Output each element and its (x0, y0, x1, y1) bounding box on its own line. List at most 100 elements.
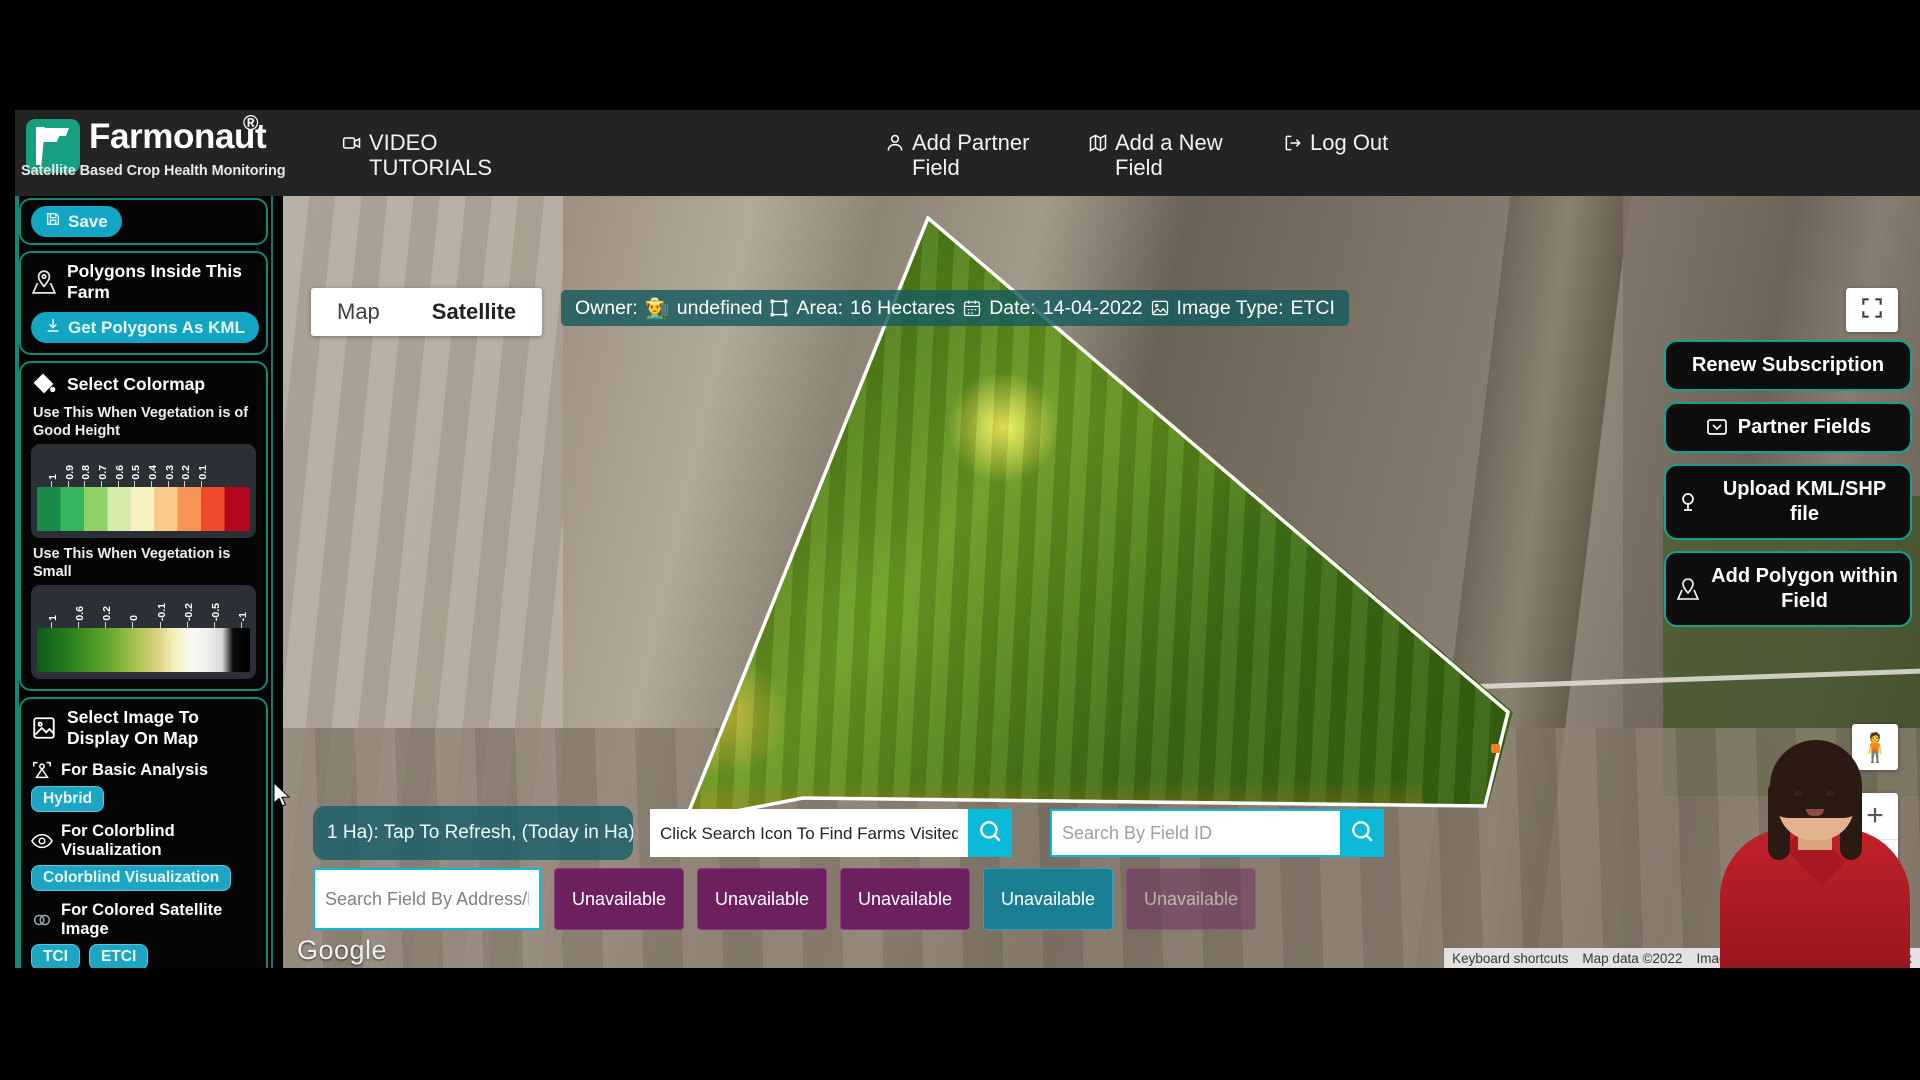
renew-subscription-button[interactable]: Renew Subscription (1664, 340, 1912, 391)
unavailable-button-5[interactable]: Unavailable (1126, 868, 1256, 930)
nav-add-partner-field-label: Add Partner Field (912, 130, 1030, 180)
calendar-icon (962, 298, 982, 318)
brand-logo-area[interactable]: Farmonaut ® Satellite Based Crop Health … (15, 110, 345, 196)
colormap-card-title: Select Colormap (67, 373, 206, 394)
colormap-tick-mark (67, 481, 69, 487)
bottom-search-row: 1 Ha): Tap To Refresh, (Today in Ha): Ta… (313, 806, 1384, 860)
colormap-tick-mark (167, 481, 169, 487)
unavailable-button-3[interactable]: Unavailable (840, 868, 970, 930)
nav-video-tutorials-label: VIDEO TUTORIALS (369, 130, 493, 180)
unavailable-button-2[interactable]: Unavailable (697, 868, 827, 930)
visited-yesterday-select[interactable]: Click Search Icon To Find Farms Visited … (650, 809, 968, 857)
tag-etci[interactable]: ETCI (88, 944, 149, 968)
colormap-tick-label: 0.6 (113, 465, 126, 480)
eye-icon (31, 830, 53, 852)
colormap-tick-mark (134, 481, 136, 487)
colormap-tick-label: -1 (237, 611, 249, 621)
colormap-tick-label: 0.3 (163, 465, 176, 480)
map-type-toggle[interactable]: Map Satellite (311, 288, 543, 336)
colormap-tick-mark (51, 481, 52, 487)
field-info-bar: Owner: 👨‍🌾 undefined Area: 16 Hectares D… (561, 290, 1349, 326)
unavailable-button-1[interactable]: Unavailable (554, 868, 684, 930)
nav-add-new-field[interactable]: Add a New Field (1088, 130, 1255, 180)
tag-tci[interactable]: TCI (31, 944, 80, 968)
upload-kml-shp-button[interactable]: Upload KML/SHP file (1664, 464, 1912, 540)
image-type-icon (1150, 298, 1170, 318)
add-polygon-icon (1676, 577, 1700, 601)
refresh-area-pill[interactable]: 1 Ha): Tap To Refresh, (Today in Ha): Ta… (313, 806, 633, 860)
colormap-tick-mark (84, 481, 86, 487)
polygon-area-icon (769, 298, 789, 318)
image-icon (31, 715, 57, 741)
video-camera-icon (342, 133, 362, 153)
screen: Farmonaut ® Satellite Based Crop Health … (0, 0, 1920, 1080)
date-value: 14-04-2022 (1042, 296, 1143, 319)
area-value: 16 Hectares (850, 296, 956, 319)
unavailable-button-4[interactable]: Unavailable (983, 868, 1113, 930)
colormap-card-header: Select Colormap (31, 371, 256, 397)
presenter-video-overlay (1710, 720, 1920, 968)
group-basic-analysis-label: For Basic Analysis (61, 760, 209, 779)
add-polygon-within-field-button[interactable]: Add Polygon within Field (1664, 551, 1912, 627)
owner-value: undefined (676, 296, 763, 319)
polygon-pin-icon (31, 269, 57, 295)
keyboard-shortcuts-link[interactable]: Keyboard shortcuts (1452, 951, 1568, 966)
map-type-map[interactable]: Map (311, 288, 406, 336)
colormap-tick-label: -0.1 (155, 602, 168, 621)
field-id-search-button[interactable] (1340, 809, 1384, 857)
image-type-value: ETCI (1290, 296, 1335, 319)
tag-colorblind-visualization[interactable]: Colorblind Visualization (31, 865, 232, 891)
map-canvas[interactable]: Map Satellite Owner: 👨‍🌾 undefined Area:… (283, 196, 1920, 968)
partner-fields-button[interactable]: Partner Fields (1664, 402, 1912, 453)
download-icon (45, 317, 61, 338)
polygon-vertex-handle[interactable] (1491, 744, 1500, 753)
image-select-title: Select Image To Display On Map (67, 707, 199, 748)
get-polygons-kml-button[interactable]: Get Polygons As KML (31, 312, 259, 343)
field-id-input[interactable] (1050, 809, 1340, 857)
group-basic-analysis: For Basic Analysis (31, 759, 256, 781)
get-polygons-kml-label: Get Polygons As KML (68, 317, 245, 337)
address-search-input[interactable] (313, 868, 541, 930)
colormap-tick-mark (132, 622, 134, 628)
save-button[interactable]: Save (31, 206, 122, 237)
tag-hybrid[interactable]: Hybrid (31, 786, 105, 812)
colormap-tick-label: 0.9 (63, 465, 76, 480)
polygons-card-header: Polygons Inside This Farm (31, 261, 256, 303)
colormap-tick-label: 0.8 (80, 465, 93, 480)
visited-yesterday-search-button[interactable] (968, 809, 1012, 857)
map-data-attribution: Map data ©2022 (1582, 950, 1683, 966)
colormap-tick-mark (184, 481, 186, 487)
colormap-tick-label: 0.2 (180, 465, 193, 480)
polygons-card: Polygons Inside This Farm Get Polygons A… (19, 251, 268, 355)
colormap-tick-label: 1 (47, 615, 59, 621)
colormap-tick-label: 0.2 (101, 606, 114, 621)
group-colored-satellite-label: For Colored Satellite Image (61, 901, 223, 938)
nav-log-out[interactable]: Log Out (1283, 130, 1388, 155)
left-sidebar[interactable]: Save Polygons Inside This Farm Get Polyg… (15, 196, 273, 968)
colormap-small-veg[interactable]: 1 0.6 0.2 0 -0.1 -0.2 -0.5 -1 (31, 585, 256, 679)
save-disk-icon (45, 211, 61, 232)
tags-basic-analysis: Hybrid (31, 781, 256, 812)
colormap-tick-label: 0.4 (147, 465, 159, 480)
logout-icon (1283, 133, 1303, 153)
colormap-small-veg-ticks: 1 0.6 0.2 0 -0.1 -0.2 -0.5 -1 (37, 590, 250, 628)
fullscreen-button[interactable] (1846, 288, 1898, 332)
save-button-label: Save (68, 211, 108, 231)
colormap-tick-label: 0.5 (130, 465, 143, 480)
nav-add-partner-field[interactable]: Add Partner Field (885, 130, 1052, 180)
map-field-icon (1088, 133, 1108, 153)
group-colorblind-label: For Colorblind Visualization (61, 822, 175, 859)
colormap-tick-mark (213, 622, 215, 628)
tags-colorblind: Colorblind Visualization (31, 860, 256, 891)
image-select-header: Select Image To Display On Map (31, 707, 256, 749)
image-type-label: Image Type: (1176, 296, 1284, 319)
google-watermark: Google (297, 935, 388, 965)
registered-mark: ® (243, 112, 259, 135)
top-header-bar: Farmonaut ® Satellite Based Crop Health … (15, 110, 1920, 196)
area-label: Area: (796, 296, 844, 319)
colormap-tick-mark (186, 622, 188, 628)
upload-icon (1676, 490, 1700, 514)
map-type-satellite[interactable]: Satellite (405, 288, 543, 336)
colormap-good-height[interactable]: 1 0.9 0.8 0.7 0.6 0.5 0.4 0.3 0.2 0.1 (31, 444, 256, 538)
nav-video-tutorials[interactable]: VIDEO TUTORIALS (342, 130, 509, 180)
